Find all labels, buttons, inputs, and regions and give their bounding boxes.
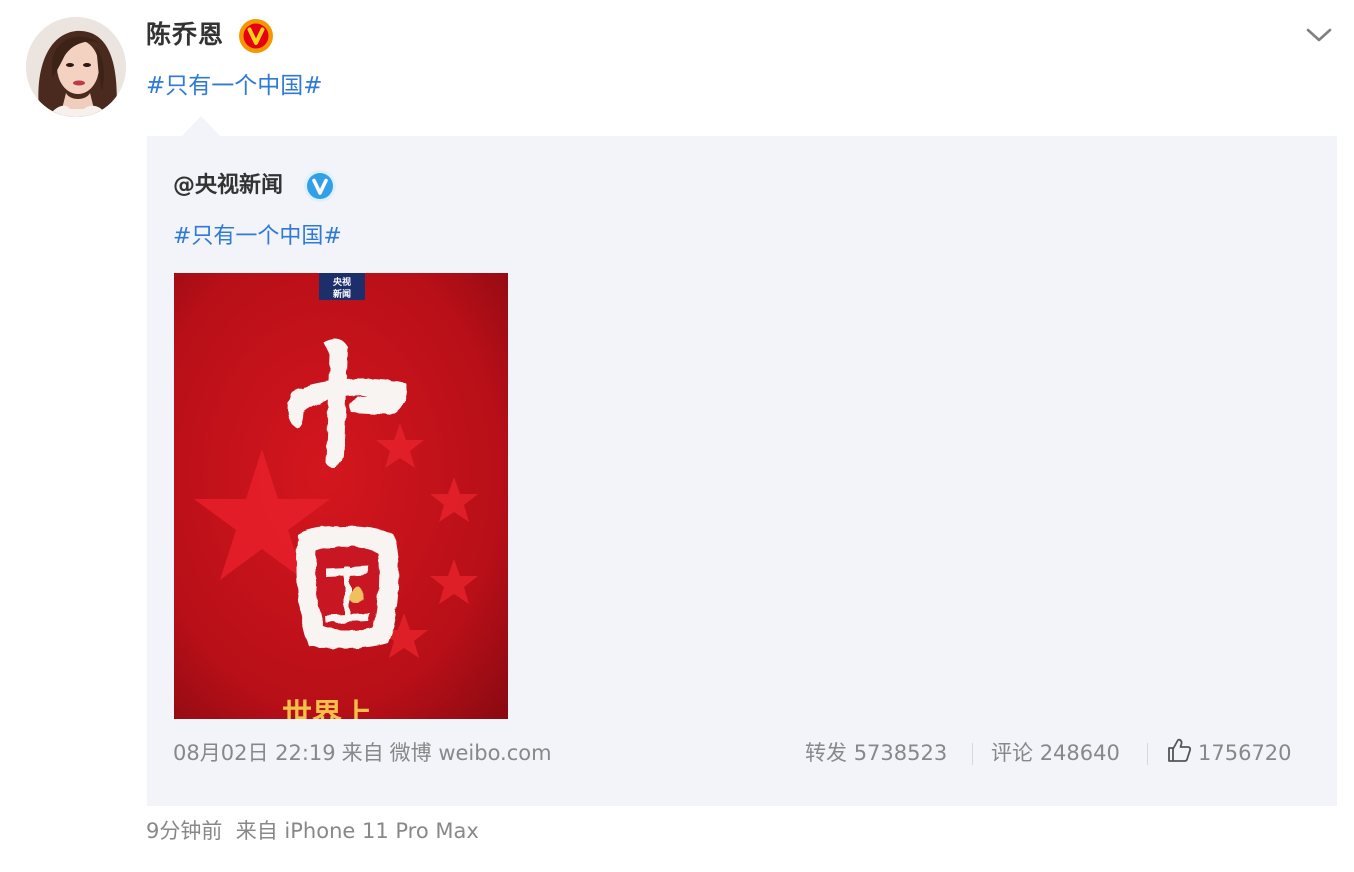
post-image[interactable]: 央视 新闻 世界上 — [174, 273, 508, 719]
original-topic-link[interactable]: #只有一个中国# — [173, 221, 342, 253]
author-name[interactable]: 陈乔恩 — [146, 18, 224, 52]
post-source-label: 来自 — [235, 819, 278, 843]
action-divider — [1147, 743, 1148, 765]
comment-count: 248640 — [1039, 741, 1120, 765]
poster-bottom-text: 世界上 — [282, 698, 372, 719]
like-button[interactable]: 1756720 — [1166, 737, 1292, 769]
original-post-meta: 08月02日 22:19 来自 微博 weibo.com — [173, 737, 552, 769]
post-device[interactable]: iPhone 11 Pro Max — [284, 819, 478, 843]
post-source: 9分钟前 来自 iPhone 11 Pro Max — [146, 815, 479, 847]
repost-label: 转发 — [805, 741, 847, 765]
verified-badge-icon — [238, 18, 274, 54]
source-label: 来自 — [341, 741, 384, 765]
original-post-time[interactable]: 08月02日 22:19 — [173, 741, 336, 765]
avatar[interactable] — [26, 17, 126, 117]
verified-badge-icon — [303, 169, 337, 203]
repost-count: 5738523 — [853, 741, 948, 765]
comment-label: 评论 — [991, 741, 1033, 765]
original-author-name[interactable]: @央视新闻 — [173, 170, 283, 202]
chevron-down-icon[interactable] — [1304, 22, 1334, 48]
source-platform[interactable]: 微博 weibo.com — [390, 741, 552, 765]
repost-button[interactable]: 转发 5738523 — [805, 737, 947, 769]
poster-logo-text: 央视 — [333, 276, 351, 288]
comment-button[interactable]: 评论 248640 — [991, 737, 1120, 769]
thumbs-up-icon — [1166, 737, 1192, 763]
svg-text:新闻: 新闻 — [333, 288, 351, 300]
repost-pointer — [181, 115, 221, 137]
post-time[interactable]: 9分钟前 — [146, 819, 222, 843]
action-divider — [972, 743, 973, 765]
post-topic-link[interactable]: #只有一个中国# — [146, 70, 323, 102]
like-count: 1756720 — [1198, 741, 1292, 765]
